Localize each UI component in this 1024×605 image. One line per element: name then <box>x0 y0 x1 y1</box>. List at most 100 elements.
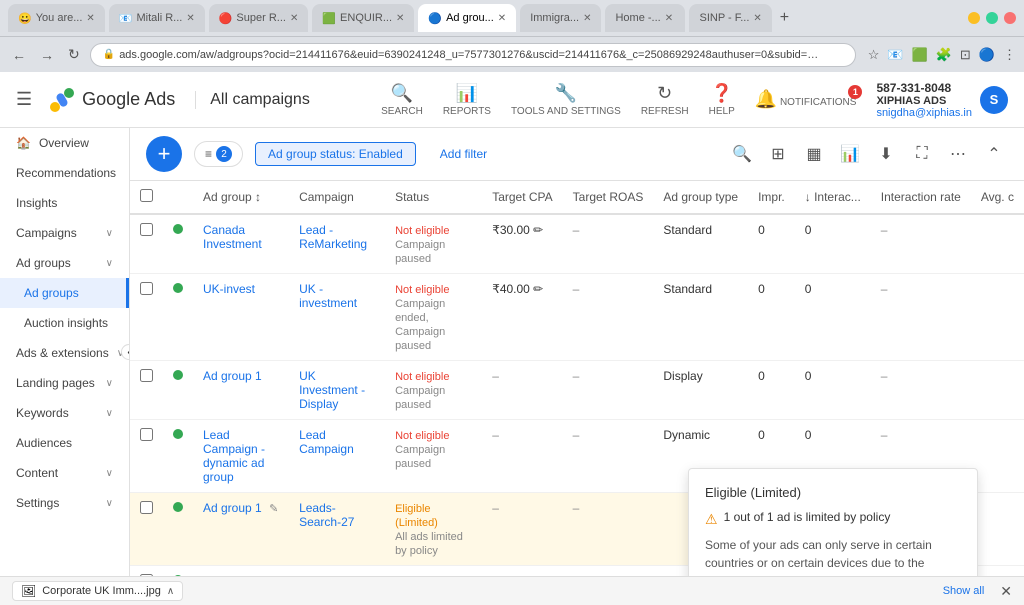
ad-group-link[interactable]: Ad group 1 <box>203 501 262 515</box>
tab-6[interactable]: Immigra... ✕ <box>520 4 601 32</box>
tab-8[interactable]: SINP - F... ✕ <box>689 4 771 32</box>
show-all-downloads[interactable]: Show all <box>943 585 985 597</box>
row-checkbox[interactable] <box>130 214 163 274</box>
sidebar-item-landing-pages[interactable]: Landing pages ∨ <box>0 368 129 398</box>
col-int-rate[interactable]: Interaction rate <box>871 181 971 214</box>
search-action[interactable]: 🔍 SEARCH <box>381 83 423 117</box>
row-checkbox[interactable] <box>130 361 163 420</box>
col-interac[interactable]: ↓ Interac... <box>795 181 871 214</box>
tab-3[interactable]: 🔴 Super R... ✕ <box>209 4 309 32</box>
tools-action[interactable]: 🔧 TOOLS AND SETTINGS <box>511 83 621 117</box>
extension-icon-2[interactable]: 🟩 <box>912 47 928 63</box>
sidebar-item-ads-extensions[interactable]: Ads & extensions ∨ <box>0 338 129 368</box>
tab-4[interactable]: 🟩 ENQUIR... ✕ <box>312 4 414 32</box>
extension-icon-4[interactable]: ⊡ <box>960 47 971 63</box>
sidebar-collapse-button[interactable]: ‹ <box>121 344 130 360</box>
sidebar-item-insights[interactable]: Insights <box>0 188 129 218</box>
profile-icon[interactable]: 🔵 <box>979 47 995 63</box>
sidebar-item-auction-insights[interactable]: Auction insights <box>0 308 129 338</box>
campaign-link[interactable]: Lead - ReMarketing <box>299 223 367 251</box>
download-icon-button[interactable]: ⬇ <box>872 140 900 168</box>
campaign-link[interactable]: Leads-Search-27 <box>299 501 354 529</box>
new-tab-button[interactable]: + <box>776 9 793 27</box>
status-secondary: Campaign paused <box>395 239 445 265</box>
row-checkbox[interactable] <box>130 274 163 361</box>
maximize-button[interactable] <box>986 12 998 24</box>
col-avg[interactable]: Avg. c <box>971 181 1024 214</box>
status-filter-chip[interactable]: Ad group status: Enabled <box>255 142 416 166</box>
select-all-checkbox[interactable] <box>140 189 153 202</box>
more-icon-button[interactable]: ⋯ <box>944 140 972 168</box>
col-ad-group-type[interactable]: Ad group type <box>653 181 748 214</box>
reload-button[interactable]: ↻ <box>64 44 84 65</box>
expand-icon-button[interactable]: ⛶ <box>908 140 936 168</box>
row-checkbox[interactable] <box>130 493 163 566</box>
columns-icon-button[interactable]: ▦ <box>800 140 828 168</box>
segment-icon-button[interactable]: ⊞ <box>764 140 792 168</box>
extension-icon-1[interactable]: 📧 <box>887 47 903 63</box>
extension-icon-3[interactable]: 🧩 <box>936 47 952 63</box>
tab-6-close[interactable]: ✕ <box>583 13 591 24</box>
col-target-roas[interactable]: Target ROAS <box>563 181 654 214</box>
sidebar-item-content[interactable]: Content ∨ <box>0 458 129 488</box>
tab-5[interactable]: 🔵 Ad grou... ✕ <box>418 4 516 32</box>
sidebar-item-audiences[interactable]: Audiences <box>0 428 129 458</box>
sidebar-item-recommendations[interactable]: Recommendations <box>0 158 129 188</box>
edit-pencil-icon[interactable]: ✎ <box>269 503 278 515</box>
add-filter-button[interactable]: Add filter <box>428 143 499 165</box>
address-bar[interactable]: 🔒 ads.google.com/aw/adgroups?ocid=214411… <box>90 43 856 67</box>
col-status[interactable]: Status <box>385 181 482 214</box>
sidebar-item-overview[interactable]: 🏠 Overview <box>0 128 129 158</box>
tab-4-close[interactable]: ✕ <box>396 13 404 24</box>
tab-2[interactable]: 📧 Mitali R... ✕ <box>109 4 205 32</box>
search-icon-button[interactable]: 🔍 <box>728 140 756 168</box>
col-ad-group[interactable]: Ad group ↕ <box>193 181 289 214</box>
help-action[interactable]: ❓ HELP <box>709 83 735 117</box>
tab-7[interactable]: Home -... ✕ <box>605 4 685 32</box>
status-dot-green <box>173 502 183 512</box>
avatar[interactable]: S <box>980 86 1008 114</box>
account-info: 587-331-8048 XIPHIAS ADS snigdha@xiphias… <box>876 81 1008 119</box>
close-window-button[interactable] <box>1004 12 1016 24</box>
campaign-link[interactable]: Lead Campaign <box>299 428 354 456</box>
tab-5-close[interactable]: ✕ <box>498 13 506 24</box>
collapse-table-button[interactable]: ⌃ <box>980 140 1008 168</box>
filter-button[interactable]: ≡ 2 <box>194 141 243 167</box>
row-status-dot <box>163 361 193 420</box>
reports-action[interactable]: 📊 REPORTS <box>443 83 491 117</box>
tab-8-close[interactable]: ✕ <box>753 13 761 24</box>
chart-icon-button[interactable]: 📊 <box>836 140 864 168</box>
sidebar-item-ad-groups-active[interactable]: Ad groups <box>0 278 129 308</box>
col-target-cpa[interactable]: Target CPA <box>482 181 562 214</box>
tab-2-close[interactable]: ✕ <box>186 13 194 24</box>
browser-menu-icon[interactable]: ⋮ <box>1003 47 1016 63</box>
campaign-link[interactable]: UK - investment <box>299 282 357 310</box>
row-checkbox[interactable] <box>130 420 163 493</box>
ad-group-link[interactable]: Lead Campaign - dynamic ad group <box>203 428 265 484</box>
tab-1[interactable]: 😀 You are... ✕ <box>8 4 105 32</box>
tab-1-close[interactable]: ✕ <box>86 13 94 24</box>
col-campaign[interactable]: Campaign <box>289 181 385 214</box>
campaign-link[interactable]: UK Investment - Display <box>299 369 365 411</box>
refresh-action[interactable]: ↻ REFRESH <box>641 83 689 117</box>
col-impr[interactable]: Impr. <box>748 181 795 214</box>
ad-group-link[interactable]: Ad group 1 <box>203 369 262 383</box>
tab-7-close[interactable]: ✕ <box>665 13 673 24</box>
row-checkbox[interactable] <box>130 566 163 577</box>
sidebar-item-campaigns[interactable]: Campaigns ∨ <box>0 218 129 248</box>
notifications-action[interactable]: 🔔1 NOTIFICATIONS <box>755 89 857 110</box>
hamburger-menu[interactable]: ☰ <box>16 89 32 110</box>
sidebar-item-ad-groups-header[interactable]: Ad groups ∨ <box>0 248 129 278</box>
close-download-bar-icon[interactable]: ✕ <box>1000 583 1012 600</box>
forward-button[interactable]: → <box>36 45 58 65</box>
bookmark-icon[interactable]: ☆ <box>868 47 880 63</box>
minimize-button[interactable] <box>968 12 980 24</box>
tab-3-close[interactable]: ✕ <box>290 13 298 24</box>
sidebar-item-keywords[interactable]: Keywords ∨ <box>0 398 129 428</box>
ad-group-link[interactable]: UK-invest <box>203 282 255 296</box>
back-button[interactable]: ← <box>8 45 30 65</box>
add-button[interactable]: + <box>146 136 182 172</box>
ad-group-link[interactable]: Canada Investment <box>203 223 262 251</box>
expand-download-icon[interactable]: ∧ <box>167 586 174 597</box>
sidebar-item-settings[interactable]: Settings ∨ <box>0 488 129 518</box>
